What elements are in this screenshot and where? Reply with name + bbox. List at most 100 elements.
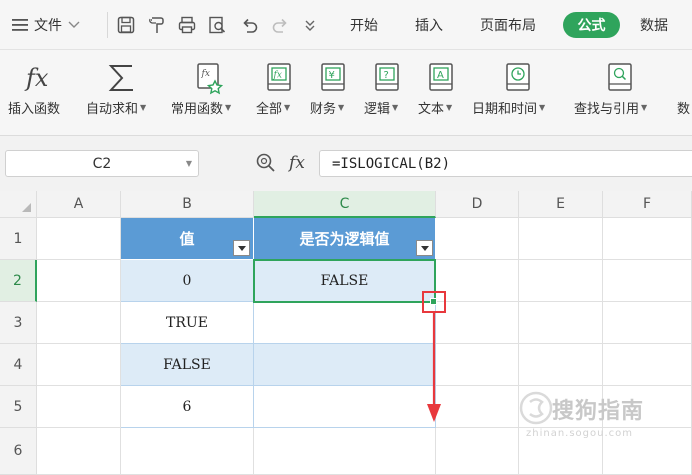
more-functions-button[interactable]: 数: [677, 50, 692, 136]
column-header-e[interactable]: E: [519, 191, 603, 218]
formula-ribbon: fx 插入函数 自动求和 ▼ fx 常用函数 ▼ fx 全部 ▼ ¥ 财务 ▼ ? 逻辑…: [0, 50, 692, 136]
cell-a4[interactable]: [37, 344, 121, 386]
cell-b2[interactable]: 0: [121, 260, 254, 302]
tab-data[interactable]: 数据: [640, 0, 668, 50]
cell-e3[interactable]: [519, 302, 603, 344]
file-menu[interactable]: 文件: [12, 0, 80, 50]
logical-functions-label: 逻辑 ▼: [364, 101, 399, 117]
cell-c1[interactable]: 是否为逻辑值: [254, 218, 436, 260]
insert-function-button[interactable]: fx 插入函数: [6, 50, 74, 136]
common-functions-button[interactable]: fx 常用函数 ▼: [171, 50, 251, 136]
tab-formulas[interactable]: 公式: [563, 12, 620, 38]
active-cell-selection: [253, 259, 436, 303]
insert-function-label: 插入函数: [8, 101, 61, 117]
logical-functions-button[interactable]: ? 逻辑 ▼: [364, 50, 410, 136]
cell-b5[interactable]: 6: [121, 386, 254, 428]
row-header-3[interactable]: 3: [0, 302, 37, 344]
date-time-functions-button[interactable]: 日期和时间 ▼: [472, 50, 564, 136]
cell-a1[interactable]: [37, 218, 121, 260]
column-header-b[interactable]: B: [121, 191, 254, 218]
cell-a3[interactable]: [37, 302, 121, 344]
cell-d1[interactable]: [436, 218, 519, 260]
name-box[interactable]: C2 ▼: [5, 150, 199, 177]
cell-f3[interactable]: [603, 302, 692, 344]
name-box-value: C2: [92, 155, 112, 172]
cell-e4[interactable]: [519, 344, 603, 386]
cell-f4[interactable]: [603, 344, 692, 386]
cell-d2[interactable]: [436, 260, 519, 302]
filter-dropdown-icon[interactable]: [233, 240, 250, 256]
logical-functions-dropdown-icon: ▼: [392, 102, 399, 112]
cell-e2[interactable]: [519, 260, 603, 302]
select-all-corner[interactable]: [0, 191, 37, 218]
cell-b4-value: FALSE: [163, 356, 211, 373]
row-header-4[interactable]: 4: [0, 344, 37, 386]
all-functions-button[interactable]: fx 全部 ▼: [256, 50, 302, 136]
fx-icon[interactable]: fx: [285, 151, 309, 175]
row-header-6[interactable]: 6: [0, 428, 37, 475]
zoom-search-icon[interactable]: [255, 151, 277, 175]
column-header-b-label: B: [182, 196, 192, 212]
column-header-a[interactable]: A: [37, 191, 121, 218]
save-icon[interactable]: [114, 13, 138, 37]
row-header-2[interactable]: 2: [0, 260, 37, 302]
name-box-dropdown-icon[interactable]: ▼: [186, 159, 192, 168]
cell-d5[interactable]: [436, 386, 519, 428]
tab-insert[interactable]: 插入: [415, 0, 443, 50]
cell-a5[interactable]: [37, 386, 121, 428]
column-header-c[interactable]: C: [254, 191, 436, 218]
column-header-d[interactable]: D: [436, 191, 519, 218]
cell-b4[interactable]: FALSE: [121, 344, 254, 386]
cell-d4[interactable]: [436, 344, 519, 386]
financial-functions-button[interactable]: ¥ 财务 ▼: [310, 50, 356, 136]
svg-text:?: ?: [384, 70, 389, 81]
redo-icon[interactable]: [268, 13, 292, 37]
more-functions-label: 数: [677, 101, 691, 117]
chevron-down-icon: [68, 21, 80, 28]
lookup-reference-functions-button[interactable]: 查找与引用 ▼: [574, 50, 670, 136]
cell-f2[interactable]: [603, 260, 692, 302]
tab-home[interactable]: 开始: [350, 0, 378, 50]
cell-b2-value: 0: [182, 272, 192, 289]
watermark-text: 搜狗指南: [552, 399, 645, 424]
cell-b6[interactable]: [121, 428, 254, 475]
autosum-button[interactable]: 自动求和 ▼: [86, 50, 162, 136]
cell-d3[interactable]: [436, 302, 519, 344]
search-book-icon: [600, 58, 640, 98]
undo-icon[interactable]: [238, 13, 262, 37]
fx-label: fx: [289, 153, 305, 173]
all-functions-dropdown-icon: ▼: [284, 102, 291, 112]
row-header-5[interactable]: 5: [0, 386, 37, 428]
cell-d6[interactable]: [436, 428, 519, 475]
print-icon[interactable]: [175, 13, 199, 37]
row-header-6-label: 6: [13, 443, 23, 459]
customize-toolbar-icon[interactable]: [298, 13, 322, 37]
fill-handle[interactable]: [430, 298, 437, 305]
all-functions-label: 全部 ▼: [256, 101, 291, 117]
watermark-url: zhinan.sogou.com: [526, 428, 634, 439]
tab-page-layout-label: 页面布局: [480, 18, 536, 34]
cell-c5[interactable]: [254, 386, 436, 428]
cell-a2[interactable]: [37, 260, 121, 302]
cell-c3[interactable]: [254, 302, 436, 344]
formula-input[interactable]: =ISLOGICAL(B2): [319, 150, 692, 177]
cell-b3[interactable]: TRUE: [121, 302, 254, 344]
cell-a6[interactable]: [37, 428, 121, 475]
tab-formulas-label: 公式: [577, 18, 606, 34]
text-functions-button[interactable]: A 文本 ▼: [418, 50, 464, 136]
financial-functions-label: 财务 ▼: [310, 101, 345, 117]
tab-page-layout[interactable]: 页面布局: [480, 0, 536, 50]
formula-text: =ISLOGICAL(B2): [332, 155, 451, 172]
print-preview-icon[interactable]: [205, 13, 229, 37]
cell-c6[interactable]: [254, 428, 436, 475]
date-time-functions-label: 日期和时间 ▼: [472, 101, 546, 117]
cell-e1[interactable]: [519, 218, 603, 260]
column-header-f[interactable]: F: [603, 191, 692, 218]
cell-f1[interactable]: [603, 218, 692, 260]
cell-c4[interactable]: [254, 344, 436, 386]
row-header-4-label: 4: [13, 356, 23, 373]
format-painter-icon[interactable]: [145, 13, 169, 37]
row-header-1[interactable]: 1: [0, 218, 37, 260]
filter-dropdown-icon[interactable]: [416, 240, 433, 256]
svg-text:fx: fx: [201, 69, 210, 79]
